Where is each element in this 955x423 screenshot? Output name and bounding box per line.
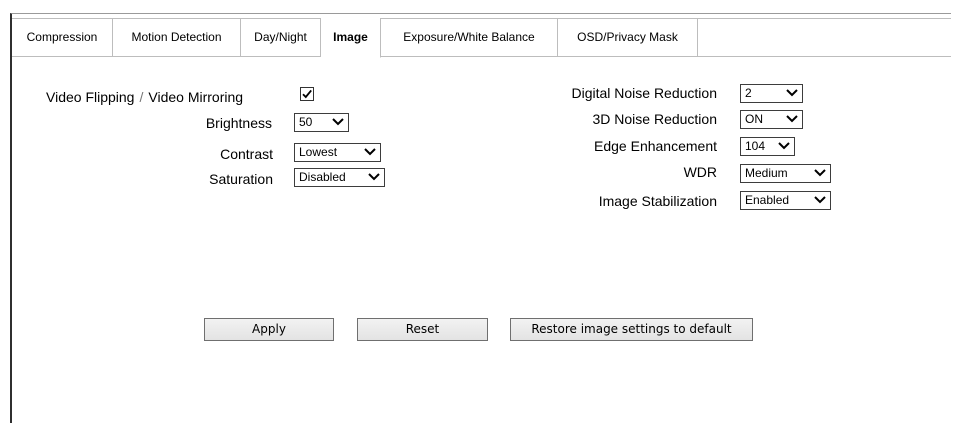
contrast-value: Lowest <box>299 145 338 159</box>
tab-motion-detection[interactable]: Motion Detection <box>113 18 241 56</box>
digital-noise-reduction-value: 2 <box>745 86 752 100</box>
contrast-label: Contrast <box>220 146 273 162</box>
flip-mirror-checkbox[interactable] <box>300 87 314 101</box>
reset-button[interactable]: Reset <box>357 318 488 341</box>
wdr-select[interactable]: Medium <box>740 164 831 183</box>
brightness-select[interactable]: 50 <box>294 113 349 132</box>
brightness-label: Brightness <box>205 115 272 131</box>
tab-image[interactable]: Image <box>321 18 381 58</box>
image-stabilization-select[interactable]: Enabled <box>740 191 831 210</box>
chevron-down-icon <box>778 142 790 150</box>
chevron-down-icon <box>814 169 826 177</box>
tab-bar-bottom-border <box>12 56 321 57</box>
saturation-label: Saturation <box>209 171 273 187</box>
tab-osd-privacy-mask[interactable]: OSD/Privacy Mask <box>558 18 698 56</box>
tab-exposure-white-balance[interactable]: Exposure/White Balance <box>381 18 558 56</box>
saturation-select[interactable]: Disabled <box>294 168 385 187</box>
contrast-select[interactable]: Lowest <box>294 143 381 162</box>
digital-noise-reduction-select[interactable]: 2 <box>740 84 803 103</box>
chevron-down-icon <box>364 148 376 156</box>
wdr-value: Medium <box>745 166 788 180</box>
saturation-value: Disabled <box>299 170 346 184</box>
edge-enhancement-label: Edge Enhancement <box>594 138 717 154</box>
edge-enhancement-value: 104 <box>745 139 766 153</box>
image-stabilization-label: Image Stabilization <box>598 193 717 209</box>
chevron-down-icon <box>368 173 380 181</box>
chevron-down-icon <box>332 118 344 126</box>
video-mirroring-label: Video Mirroring <box>148 89 244 105</box>
edge-enhancement-select[interactable]: 104 <box>740 137 795 156</box>
brightness-value: 50 <box>299 115 313 129</box>
tab-bar-bottom-border <box>381 56 951 57</box>
3d-noise-reduction-label: 3D Noise Reduction <box>592 111 717 127</box>
settings-panel <box>10 13 951 423</box>
apply-button[interactable]: Apply <box>204 318 334 341</box>
chevron-down-icon <box>814 196 826 204</box>
chevron-down-icon <box>786 115 798 123</box>
3d-noise-reduction-select[interactable]: ON <box>740 110 803 129</box>
digital-noise-reduction-label: Digital Noise Reduction <box>571 85 717 101</box>
check-icon <box>302 89 312 99</box>
chevron-down-icon <box>786 89 798 97</box>
tab-compression[interactable]: Compression <box>12 18 113 56</box>
restore-defaults-button[interactable]: Restore image settings to default <box>510 318 753 341</box>
3d-noise-reduction-value: ON <box>745 112 763 126</box>
wdr-label: WDR <box>683 164 717 180</box>
flip-mirror-label: Video Flipping / Video Mirroring <box>46 88 243 106</box>
image-stabilization-value: Enabled <box>745 193 790 207</box>
tab-day-night[interactable]: Day/Night <box>241 18 321 56</box>
separator: / <box>139 89 144 105</box>
video-flipping-label: Video Flipping <box>46 89 135 105</box>
